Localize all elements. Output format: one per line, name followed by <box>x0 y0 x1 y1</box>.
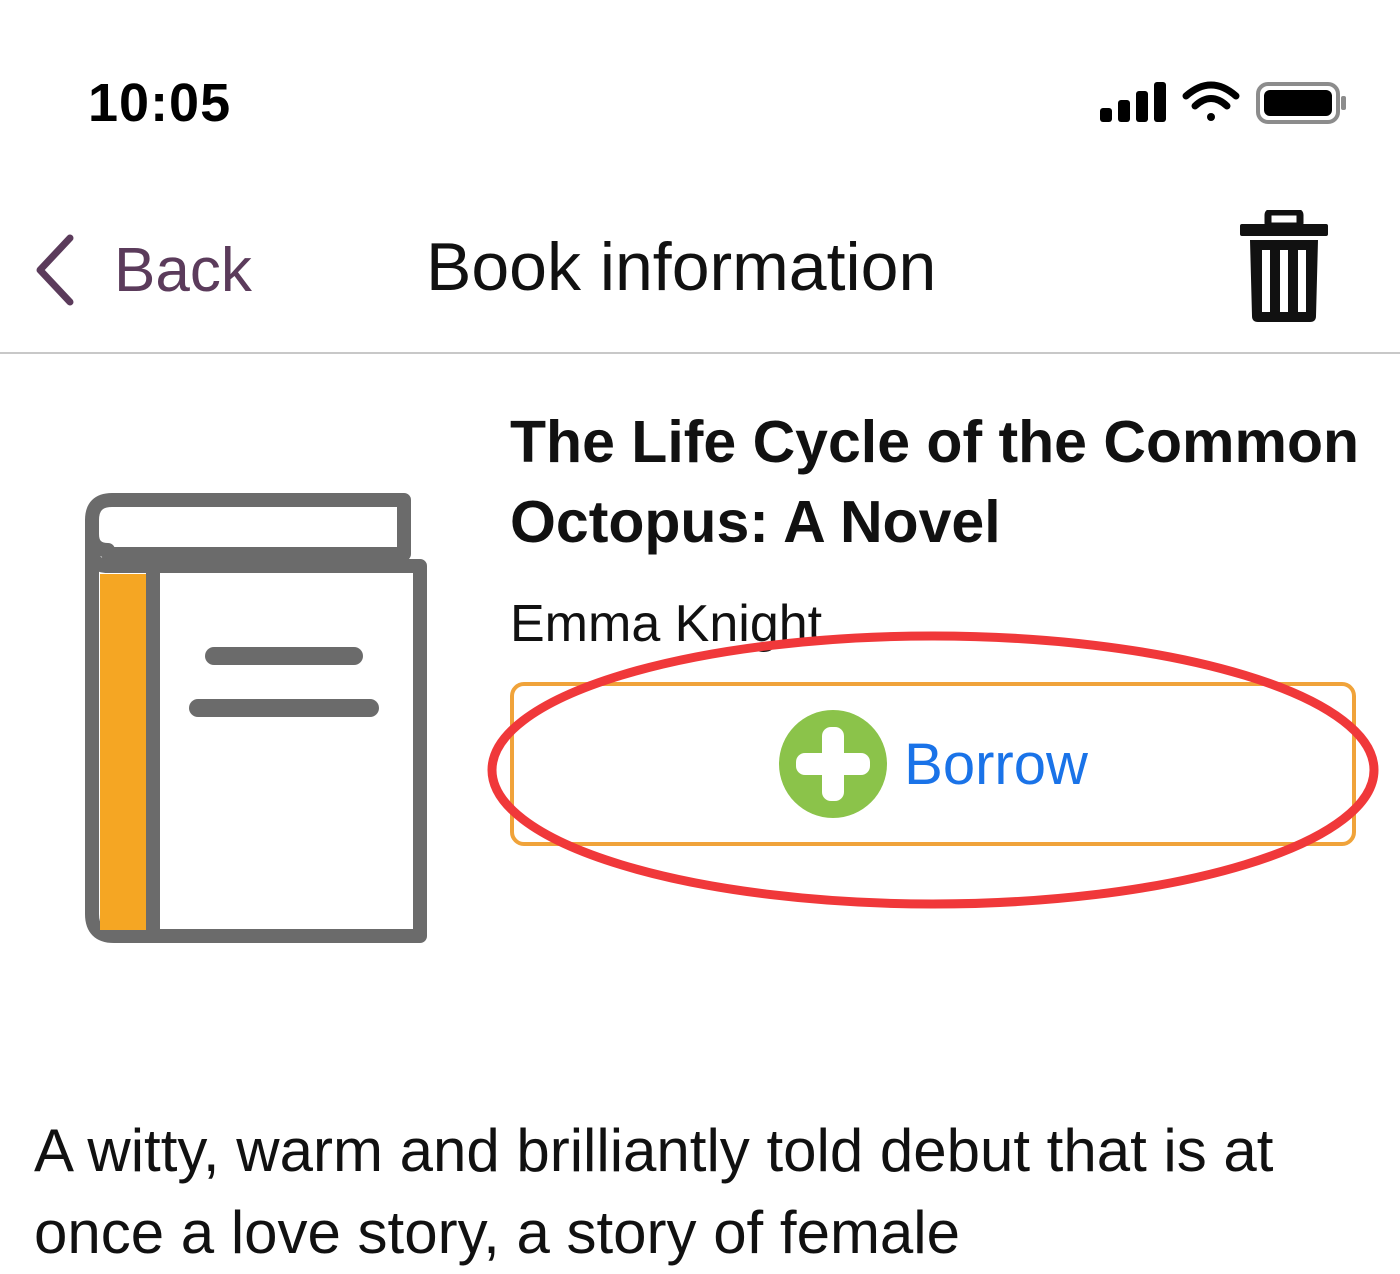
status-icons <box>1100 81 1346 124</box>
book-title: The Life Cycle of the Common Octopus: A … <box>510 409 1360 555</box>
borrow-label: Borrow <box>904 731 1088 797</box>
borrow-button[interactable]: Borrow <box>510 682 1356 846</box>
trash-icon[interactable] <box>1238 210 1330 326</box>
book-description: A witty, warm and brilliantly told debut… <box>34 1117 1274 1266</box>
status-bar: 10:05 <box>0 0 1400 180</box>
back-label: Back <box>114 235 252 305</box>
status-time: 10:05 <box>88 73 232 133</box>
wifi-icon <box>1182 81 1240 121</box>
navigation-bar: Back Book information <box>0 180 1400 354</box>
back-button[interactable]: Back <box>30 230 252 310</box>
book-author: Emma Knight <box>510 595 823 653</box>
page-title: Book information <box>426 229 937 305</box>
battery-icon <box>1256 82 1346 124</box>
book-icon <box>85 493 427 943</box>
cellular-signal-icon <box>1100 82 1166 122</box>
plus-circle-icon <box>779 710 888 818</box>
chevron-left-icon <box>36 234 74 306</box>
